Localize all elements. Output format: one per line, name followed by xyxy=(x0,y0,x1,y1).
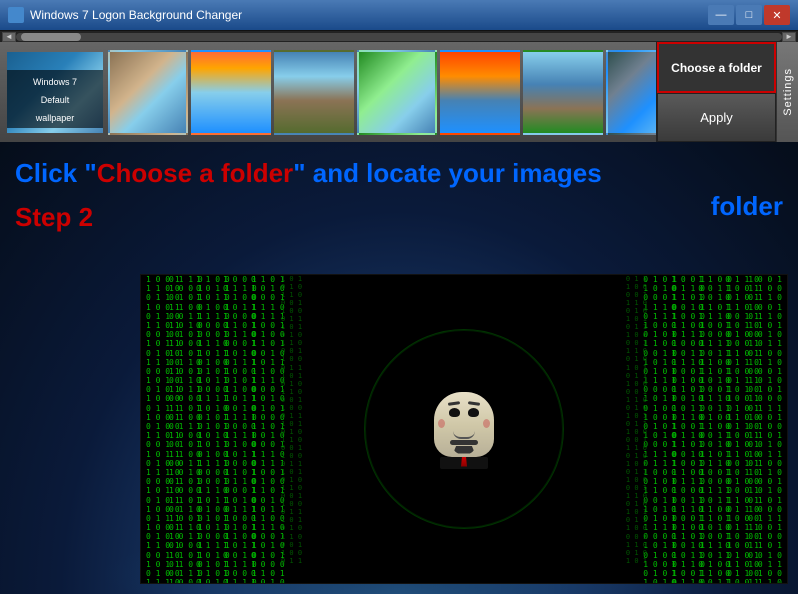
close-button[interactable]: ✕ xyxy=(764,5,790,25)
settings-tab-label: Settings xyxy=(782,68,794,116)
thumbnail-ocean2[interactable] xyxy=(440,50,520,135)
title-bar: Windows 7 Logon Background Changer — □ ✕ xyxy=(0,0,798,30)
thumbnail-ocean1[interactable] xyxy=(191,50,271,135)
thumbnail-mountain[interactable] xyxy=(274,50,354,135)
matrix-col-5: 0 1 0 11 0 1 00 0 0 11 1 1 00 1 1 11 0 0… xyxy=(251,275,285,583)
default-wallpaper-label-line1: Windows 7 xyxy=(33,77,77,87)
maximize-button[interactable]: □ xyxy=(736,5,762,25)
step-label: Step 2 xyxy=(15,202,93,233)
thumbnail-coast[interactable] xyxy=(523,50,603,135)
window-controls: — □ ✕ xyxy=(708,5,790,25)
thumbnail-landscape2[interactable] xyxy=(357,50,437,135)
thumbnails-area: Windows 7 Default wallpaper xyxy=(0,42,656,142)
scroll-right-button[interactable]: ► xyxy=(782,32,796,42)
thumbnail-default[interactable]: Windows 7 Default wallpaper xyxy=(5,50,105,135)
anonymous-emblem xyxy=(364,329,564,529)
thumbnail-rocky[interactable] xyxy=(606,50,656,135)
instruction-line1: Click "Choose a folder" and locate your … xyxy=(15,157,783,191)
apply-button[interactable]: Apply xyxy=(657,93,776,142)
main-window: ◄ ► Windows 7 Default wallpaper xyxy=(0,30,798,594)
default-wallpaper-label-line3: wallpaper xyxy=(36,113,75,123)
settings-tab[interactable]: Settings xyxy=(776,42,798,142)
choose-folder-button[interactable]: Choose a folder xyxy=(657,42,776,93)
scrollbar-track[interactable] xyxy=(16,33,782,41)
toolbar-row: Windows 7 Default wallpaper xyxy=(0,42,798,142)
thumbnail-elephant[interactable] xyxy=(108,50,188,135)
minimize-button[interactable]: — xyxy=(708,5,734,25)
window-title: Windows 7 Logon Background Changer xyxy=(30,8,708,22)
instruction-part1: Click " xyxy=(15,158,97,188)
right-panel: Choose a folder Apply xyxy=(656,42,776,142)
instruction-highlight: Choose a folder xyxy=(97,158,293,188)
wallpaper-preview[interactable]: 1 0 0 11 1 0 00 1 1 01 0 0 10 1 1 01 1 0… xyxy=(140,274,788,584)
matrix-col-mid-1: 1 0 10 1 01 1 00 0 11 0 00 1 11 0 10 1 0… xyxy=(281,275,302,565)
thumbnail-scrollbar[interactable]: ◄ ► xyxy=(0,30,798,42)
matrix-col-mid-2: 0 1 11 0 00 0 11 1 00 1 01 0 10 1 11 0 0… xyxy=(626,275,647,565)
toolbar-wrapper: ◄ ► Windows 7 Default wallpaper xyxy=(0,30,798,142)
scrollbar-thumb[interactable] xyxy=(21,33,81,41)
instruction-part2: " and locate your images xyxy=(293,158,602,188)
matrix-background: 1 0 0 11 1 0 00 1 1 01 0 0 10 1 1 01 1 0… xyxy=(141,275,787,583)
content-area: Click "Choose a folder" and locate your … xyxy=(0,142,798,594)
default-wallpaper-label-line2: Default xyxy=(41,95,70,105)
scroll-left-button[interactable]: ◄ xyxy=(2,32,16,42)
instruction-text: Click "Choose a folder" and locate your … xyxy=(15,157,783,222)
matrix-col-right-5: 0 1 0 11 0 1 00 0 0 11 1 1 00 1 1 11 0 0… xyxy=(643,275,677,583)
instruction-line2: folder xyxy=(15,191,783,222)
app-icon xyxy=(8,7,24,23)
